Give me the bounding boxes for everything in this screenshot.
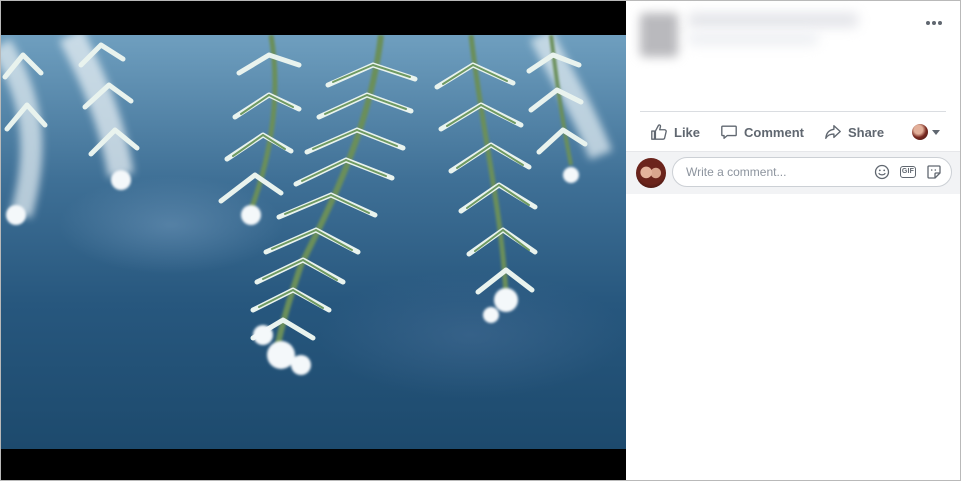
sticker-icon[interactable]: [925, 163, 943, 181]
gif-label: GIF: [899, 166, 917, 178]
share-button[interactable]: Share: [814, 117, 894, 147]
dot: [932, 21, 936, 25]
media-pane: [1, 1, 626, 480]
post-viewer: Like Comment Share Write a comment... GI…: [0, 0, 961, 481]
comment-composer: GIF: [626, 151, 960, 194]
post-panel: Like Comment Share Write a comment... GI…: [626, 1, 960, 480]
speech-bubble-icon: [721, 125, 737, 139]
more-options-icon[interactable]: [924, 13, 944, 33]
sticker-glyph: [927, 165, 941, 179]
avatar: [912, 124, 928, 140]
smiley-glyph: [874, 164, 890, 180]
share-arrow-icon: [825, 125, 841, 139]
divider: [640, 111, 946, 112]
comment-box[interactable]: GIF: [672, 157, 952, 187]
dot: [938, 21, 942, 25]
comment-button[interactable]: Comment: [710, 117, 814, 147]
post-photo[interactable]: [1, 35, 626, 449]
author-avatar[interactable]: [640, 13, 678, 57]
comment-label: Comment: [744, 124, 804, 140]
share-label: Share: [847, 124, 885, 140]
comment-input[interactable]: [684, 164, 865, 180]
dot: [926, 21, 930, 25]
post-actions-bar: Like Comment Share: [640, 115, 946, 149]
like-label: Like: [674, 124, 701, 140]
post-meta: [688, 33, 818, 45]
frosted-pine-branch-image: [1, 35, 613, 375]
author-name[interactable]: [688, 13, 858, 27]
post-header: [626, 1, 960, 111]
post-as-selector[interactable]: [906, 124, 946, 140]
like-button[interactable]: Like: [640, 117, 710, 147]
smiley-icon[interactable]: [873, 163, 891, 181]
commenter-avatar[interactable]: [636, 158, 666, 188]
gif-icon[interactable]: GIF: [899, 163, 917, 181]
chevron-down-icon: [932, 129, 940, 135]
thumbs-up-icon: [651, 124, 667, 140]
